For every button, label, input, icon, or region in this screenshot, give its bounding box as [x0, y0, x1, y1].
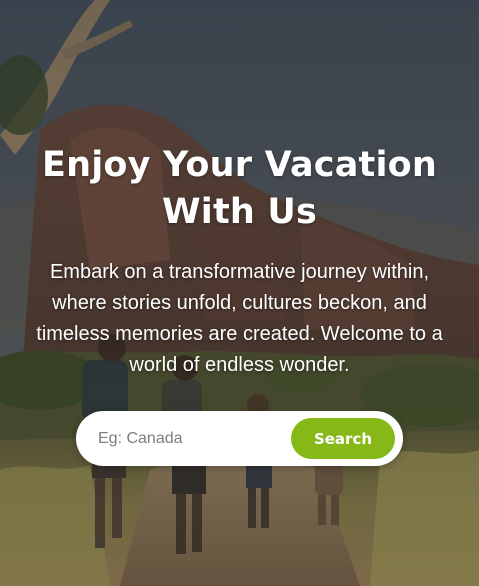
- hero-subtitle: Embark on a transformative journey withi…: [36, 261, 443, 376]
- hero-title: Enjoy Your Vacation With Us: [41, 145, 438, 232]
- search-bar: Search: [76, 411, 403, 466]
- hero-content: Enjoy Your Vacation With Us Embark on a …: [0, 0, 479, 586]
- hero-section: Enjoy Your Vacation With Us Embark on a …: [0, 0, 479, 586]
- search-button[interactable]: Search: [291, 418, 395, 459]
- search-input[interactable]: [98, 419, 283, 458]
